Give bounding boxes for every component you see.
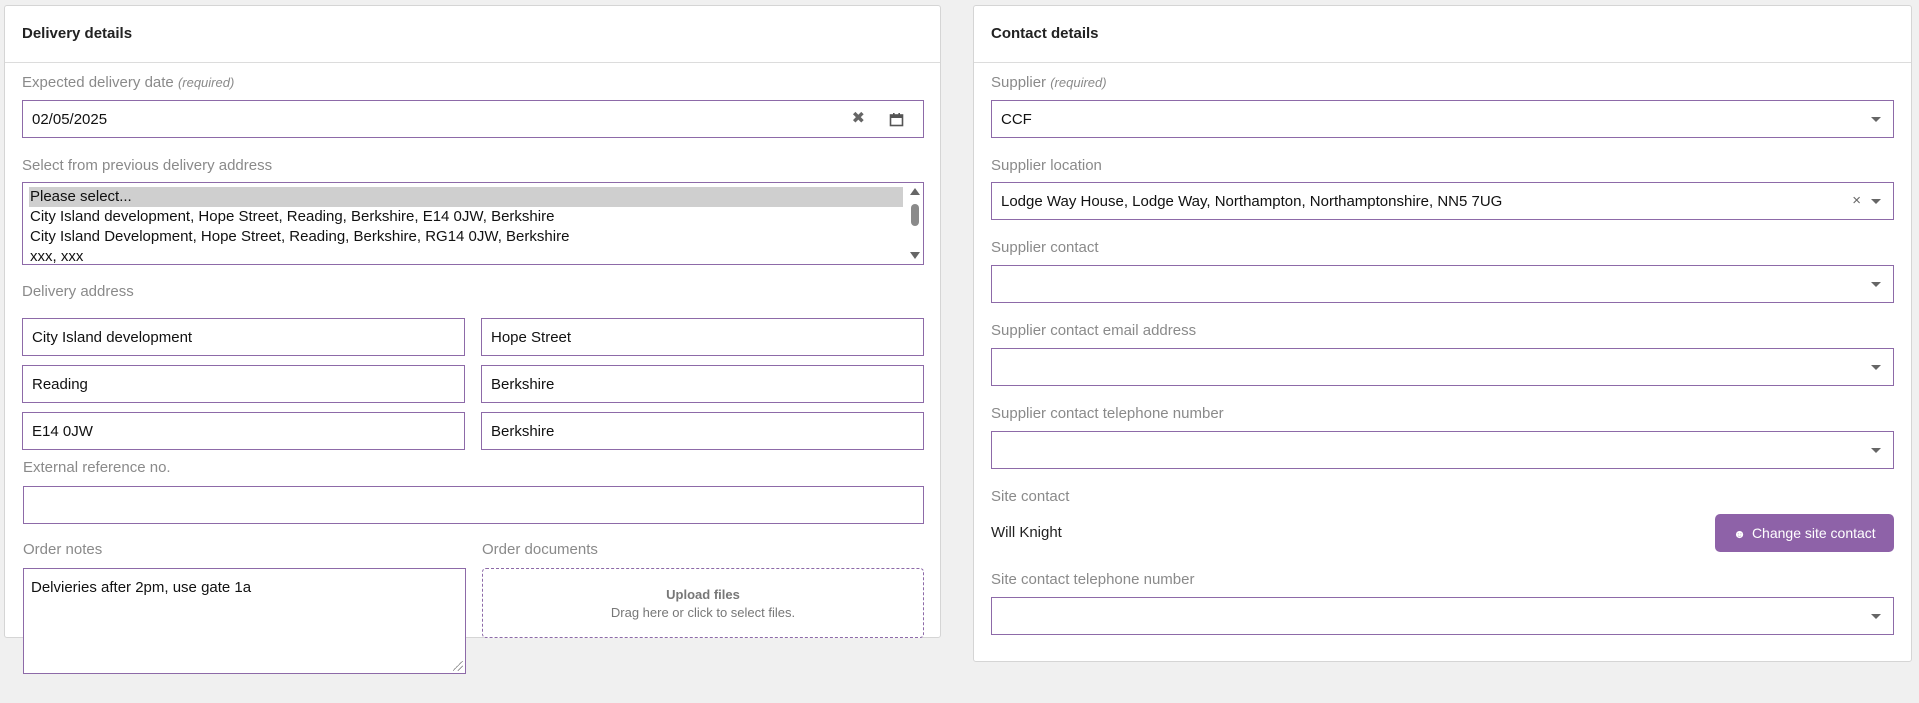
- site-contact-name: Will Knight: [991, 524, 1062, 541]
- required-indicator: (required): [177, 75, 235, 90]
- required-indicator: (required): [1050, 75, 1107, 90]
- supplier-label: Supplier (required): [991, 74, 1107, 91]
- supplier-email-label: Supplier contact email address: [991, 322, 1197, 339]
- chevron-down-icon[interactable]: [1871, 365, 1881, 370]
- supplier-location-select[interactable]: Lodge Way House, Lodge Way, Northampton,…: [991, 182, 1894, 220]
- order-documents-label: Order documents: [482, 541, 598, 558]
- contact-details-panel: Contact details Supplier (required) CCF …: [973, 5, 1912, 662]
- expected-delivery-date-label: Expected delivery date (required): [22, 74, 235, 91]
- list-item[interactable]: Please select...: [29, 187, 903, 207]
- calendar-icon[interactable]: [889, 112, 904, 127]
- clear-date-icon[interactable]: ✖: [852, 111, 865, 127]
- scroll-thumb[interactable]: [911, 204, 919, 226]
- expected-delivery-date-input[interactable]: 02/05/2025 ✖: [22, 100, 924, 138]
- address-line1-input[interactable]: City Island development: [22, 318, 465, 356]
- site-phone-select[interactable]: [991, 597, 1894, 635]
- external-reference-input[interactable]: [23, 486, 924, 524]
- upload-files-title: Upload files: [666, 587, 740, 602]
- country-input[interactable]: Berkshire: [481, 412, 924, 450]
- supplier-phone-select[interactable]: [991, 431, 1894, 469]
- chevron-down-icon[interactable]: [1871, 282, 1881, 287]
- delivery-details-panel: Delivery details Expected delivery date …: [4, 5, 941, 674]
- external-reference-label: External reference no.: [23, 459, 171, 476]
- upload-files-dropzone[interactable]: Upload files Drag here or click to selec…: [482, 568, 924, 638]
- supplier-phone-label: Supplier contact telephone number: [991, 405, 1224, 422]
- scroll-up-arrow-icon[interactable]: [910, 188, 920, 195]
- site-phone-label: Site contact telephone number: [991, 571, 1195, 588]
- list-item[interactable]: City Island Development, Hope Street, Re…: [29, 227, 903, 247]
- postcode-input[interactable]: E14 0JW: [22, 412, 465, 450]
- town-input[interactable]: Reading: [22, 365, 465, 403]
- supplier-contact-select[interactable]: [991, 265, 1894, 303]
- county-input[interactable]: Berkshire: [481, 365, 924, 403]
- contact-details-header: Contact details: [974, 6, 1911, 63]
- chevron-down-icon[interactable]: [1871, 117, 1881, 122]
- order-notes-textarea[interactable]: Delvieries after 2pm, use gate 1a: [23, 568, 466, 674]
- change-site-contact-button[interactable]: ☻ Change site contact: [1715, 514, 1894, 552]
- previous-delivery-address-list[interactable]: Please select... City Island development…: [22, 182, 924, 265]
- delivery-details-title: Delivery details: [22, 25, 133, 42]
- upload-files-hint: Drag here or click to select files.: [610, 605, 796, 620]
- supplier-email-select[interactable]: [991, 348, 1894, 386]
- list-item[interactable]: City Island development, Hope Street, Re…: [29, 207, 903, 227]
- person-icon: ☻: [1733, 527, 1746, 541]
- list-item[interactable]: xxx, xxx: [29, 247, 903, 264]
- delivery-details-header: Delivery details: [5, 6, 940, 63]
- delivery-address-label: Delivery address: [22, 283, 134, 300]
- resize-handle-icon[interactable]: [453, 661, 463, 671]
- address-line2-input[interactable]: Hope Street: [481, 318, 924, 356]
- previous-delivery-address-label: Select from previous delivery address: [22, 157, 273, 174]
- supplier-location-label: Supplier location: [991, 157, 1102, 174]
- chevron-down-icon[interactable]: [1871, 199, 1881, 204]
- contact-details-title: Contact details: [991, 25, 1099, 42]
- list-scrollbar[interactable]: [910, 186, 920, 261]
- supplier-contact-label: Supplier contact: [991, 239, 1099, 256]
- scroll-down-arrow-icon[interactable]: [910, 252, 920, 259]
- clear-location-icon[interactable]: ×: [1852, 193, 1861, 209]
- order-notes-label: Order notes: [23, 541, 103, 558]
- site-contact-label: Site contact: [991, 488, 1070, 505]
- supplier-select[interactable]: CCF: [991, 100, 1894, 138]
- chevron-down-icon[interactable]: [1871, 614, 1881, 619]
- expected-delivery-date-value: 02/05/2025: [32, 111, 108, 128]
- chevron-down-icon[interactable]: [1871, 448, 1881, 453]
